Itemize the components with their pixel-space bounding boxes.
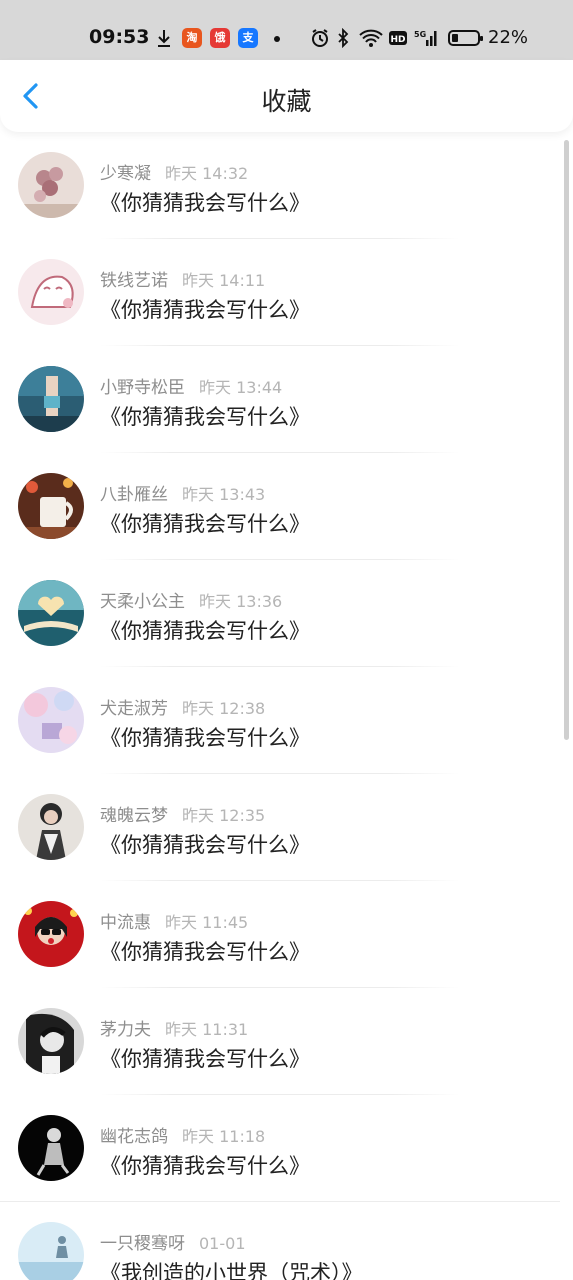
scrollbar[interactable] bbox=[564, 140, 569, 740]
item-meta: 茅力夫 昨天 11:31 bbox=[100, 1015, 248, 1040]
favorite-title[interactable]: 《你猜猜我会写什么》 bbox=[100, 294, 310, 324]
list-item[interactable]: 中流惠 昨天 11:45 《你猜猜我会写什么》 bbox=[0, 881, 560, 988]
list-item[interactable]: 铁线艺诺 昨天 14:11 《你猜猜我会写什么》 bbox=[0, 239, 560, 346]
timestamp: 昨天 14:11 bbox=[182, 271, 266, 290]
favorite-title[interactable]: 《你猜猜我会写什么》 bbox=[100, 936, 310, 966]
avatar[interactable] bbox=[18, 152, 84, 218]
timestamp: 01-01 bbox=[199, 1234, 246, 1253]
list-item[interactable]: 犬走淑芳 昨天 12:38 《你猜猜我会写什么》 bbox=[0, 667, 560, 774]
eleme-app-icon: 饿 bbox=[210, 28, 230, 48]
item-meta: 中流惠 昨天 11:45 bbox=[100, 908, 248, 933]
user-name[interactable]: 天柔小公主 bbox=[100, 592, 185, 612]
timestamp: 昨天 11:18 bbox=[182, 1127, 266, 1146]
user-name[interactable]: 八卦雁丝 bbox=[100, 485, 168, 505]
signal-5g-icon: 5G bbox=[414, 30, 437, 46]
favorite-title[interactable]: 《你猜猜我会写什么》 bbox=[100, 722, 310, 752]
item-meta: 小野寺松臣 昨天 13:44 bbox=[100, 373, 282, 398]
user-name[interactable]: 魂魄云梦 bbox=[100, 806, 168, 826]
favorites-list[interactable]: 少寒凝 昨天 14:32 《你猜猜我会写什么》 铁线艺诺 昨天 14:11 《你猜猜… bbox=[0, 132, 573, 1280]
favorite-title[interactable]: 《你猜猜我会写什么》 bbox=[100, 615, 310, 645]
svg-text:HD: HD bbox=[390, 35, 405, 45]
dot-icon bbox=[274, 36, 280, 42]
battery-icon bbox=[448, 30, 483, 46]
favorite-title[interactable]: 《我创造的小世界（咒术）》 bbox=[100, 1257, 363, 1280]
favorite-title[interactable]: 《你猜猜我会写什么》 bbox=[100, 401, 310, 431]
avatar[interactable] bbox=[18, 473, 84, 539]
favorite-title[interactable]: 《你猜猜我会写什么》 bbox=[100, 1043, 310, 1073]
timestamp: 昨天 11:31 bbox=[165, 1020, 249, 1039]
taobao-app-icon: 淘 bbox=[182, 28, 202, 48]
hd-icon: HD bbox=[389, 31, 407, 45]
download-icon bbox=[158, 30, 170, 47]
favorite-title[interactable]: 《你猜猜我会写什么》 bbox=[100, 508, 310, 538]
list-item[interactable]: 幽花志鸽 昨天 11:18 《你猜猜我会写什么》 bbox=[0, 1095, 560, 1202]
top-bar: 收藏 bbox=[0, 60, 573, 132]
battery-percent: 22% bbox=[488, 27, 529, 48]
user-name[interactable]: 中流惠 bbox=[100, 913, 151, 933]
svg-text:5G: 5G bbox=[414, 30, 426, 39]
list-item[interactable]: 八卦雁丝 昨天 13:43 《你猜猜我会写什么》 bbox=[0, 453, 560, 560]
list-item[interactable]: 一只稷骞呀 01-01 《我创造的小世界（咒术）》 bbox=[0, 1202, 560, 1280]
status-bar: 09:53 淘 饿 支 HD 5G 22% bbox=[0, 0, 573, 60]
avatar[interactable] bbox=[18, 1115, 84, 1181]
user-name[interactable]: 犬走淑芳 bbox=[100, 699, 168, 719]
avatar[interactable] bbox=[18, 794, 84, 860]
avatar[interactable] bbox=[18, 259, 84, 325]
page-title: 收藏 bbox=[261, 87, 312, 116]
alipay-app-icon: 支 bbox=[238, 28, 258, 48]
item-meta: 一只稷骞呀 01-01 bbox=[100, 1229, 246, 1254]
item-meta: 八卦雁丝 昨天 13:43 bbox=[100, 480, 265, 505]
user-name[interactable]: 少寒凝 bbox=[100, 164, 151, 184]
wifi-icon bbox=[359, 29, 383, 47]
favorite-title[interactable]: 《你猜猜我会写什么》 bbox=[100, 187, 310, 217]
alarm-icon bbox=[312, 29, 328, 47]
timestamp: 昨天 12:35 bbox=[182, 806, 266, 825]
user-name[interactable]: 一只稷骞呀 bbox=[100, 1234, 185, 1254]
avatar[interactable] bbox=[18, 1008, 84, 1074]
list-item[interactable]: 天柔小公主 昨天 13:36 《你猜猜我会写什么》 bbox=[0, 560, 560, 667]
avatar[interactable] bbox=[18, 366, 84, 432]
timestamp: 昨天 13:43 bbox=[182, 485, 266, 504]
timestamp: 昨天 11:45 bbox=[165, 913, 249, 932]
item-meta: 少寒凝 昨天 14:32 bbox=[100, 159, 248, 184]
list-item[interactable]: 茅力夫 昨天 11:31 《你猜猜我会写什么》 bbox=[0, 988, 560, 1095]
bluetooth-icon bbox=[338, 28, 349, 48]
user-name[interactable]: 幽花志鸽 bbox=[100, 1127, 168, 1147]
item-meta: 魂魄云梦 昨天 12:35 bbox=[100, 801, 265, 826]
timestamp: 昨天 13:44 bbox=[199, 378, 283, 397]
user-name[interactable]: 茅力夫 bbox=[100, 1020, 151, 1040]
user-name[interactable]: 小野寺松臣 bbox=[100, 378, 185, 398]
favorite-title[interactable]: 《你猜猜我会写什么》 bbox=[100, 1150, 310, 1180]
user-name[interactable]: 铁线艺诺 bbox=[100, 271, 168, 291]
avatar[interactable] bbox=[18, 580, 84, 646]
list-item[interactable]: 小野寺松臣 昨天 13:44 《你猜猜我会写什么》 bbox=[0, 346, 560, 453]
item-meta: 铁线艺诺 昨天 14:11 bbox=[100, 266, 265, 291]
item-meta: 幽花志鸽 昨天 11:18 bbox=[100, 1122, 265, 1147]
timestamp: 昨天 12:38 bbox=[182, 699, 266, 718]
status-time: 09:53 bbox=[89, 26, 150, 48]
item-meta: 犬走淑芳 昨天 12:38 bbox=[100, 694, 265, 719]
list-item[interactable]: 少寒凝 昨天 14:32 《你猜猜我会写什么》 bbox=[0, 132, 560, 239]
avatar[interactable] bbox=[18, 901, 84, 967]
favorite-title[interactable]: 《你猜猜我会写什么》 bbox=[100, 829, 310, 859]
timestamp: 昨天 14:32 bbox=[165, 164, 249, 183]
timestamp: 昨天 13:36 bbox=[199, 592, 283, 611]
item-meta: 天柔小公主 昨天 13:36 bbox=[100, 587, 282, 612]
avatar[interactable] bbox=[18, 687, 84, 753]
avatar[interactable] bbox=[18, 1222, 84, 1280]
list-item[interactable]: 魂魄云梦 昨天 12:35 《你猜猜我会写什么》 bbox=[0, 774, 560, 881]
